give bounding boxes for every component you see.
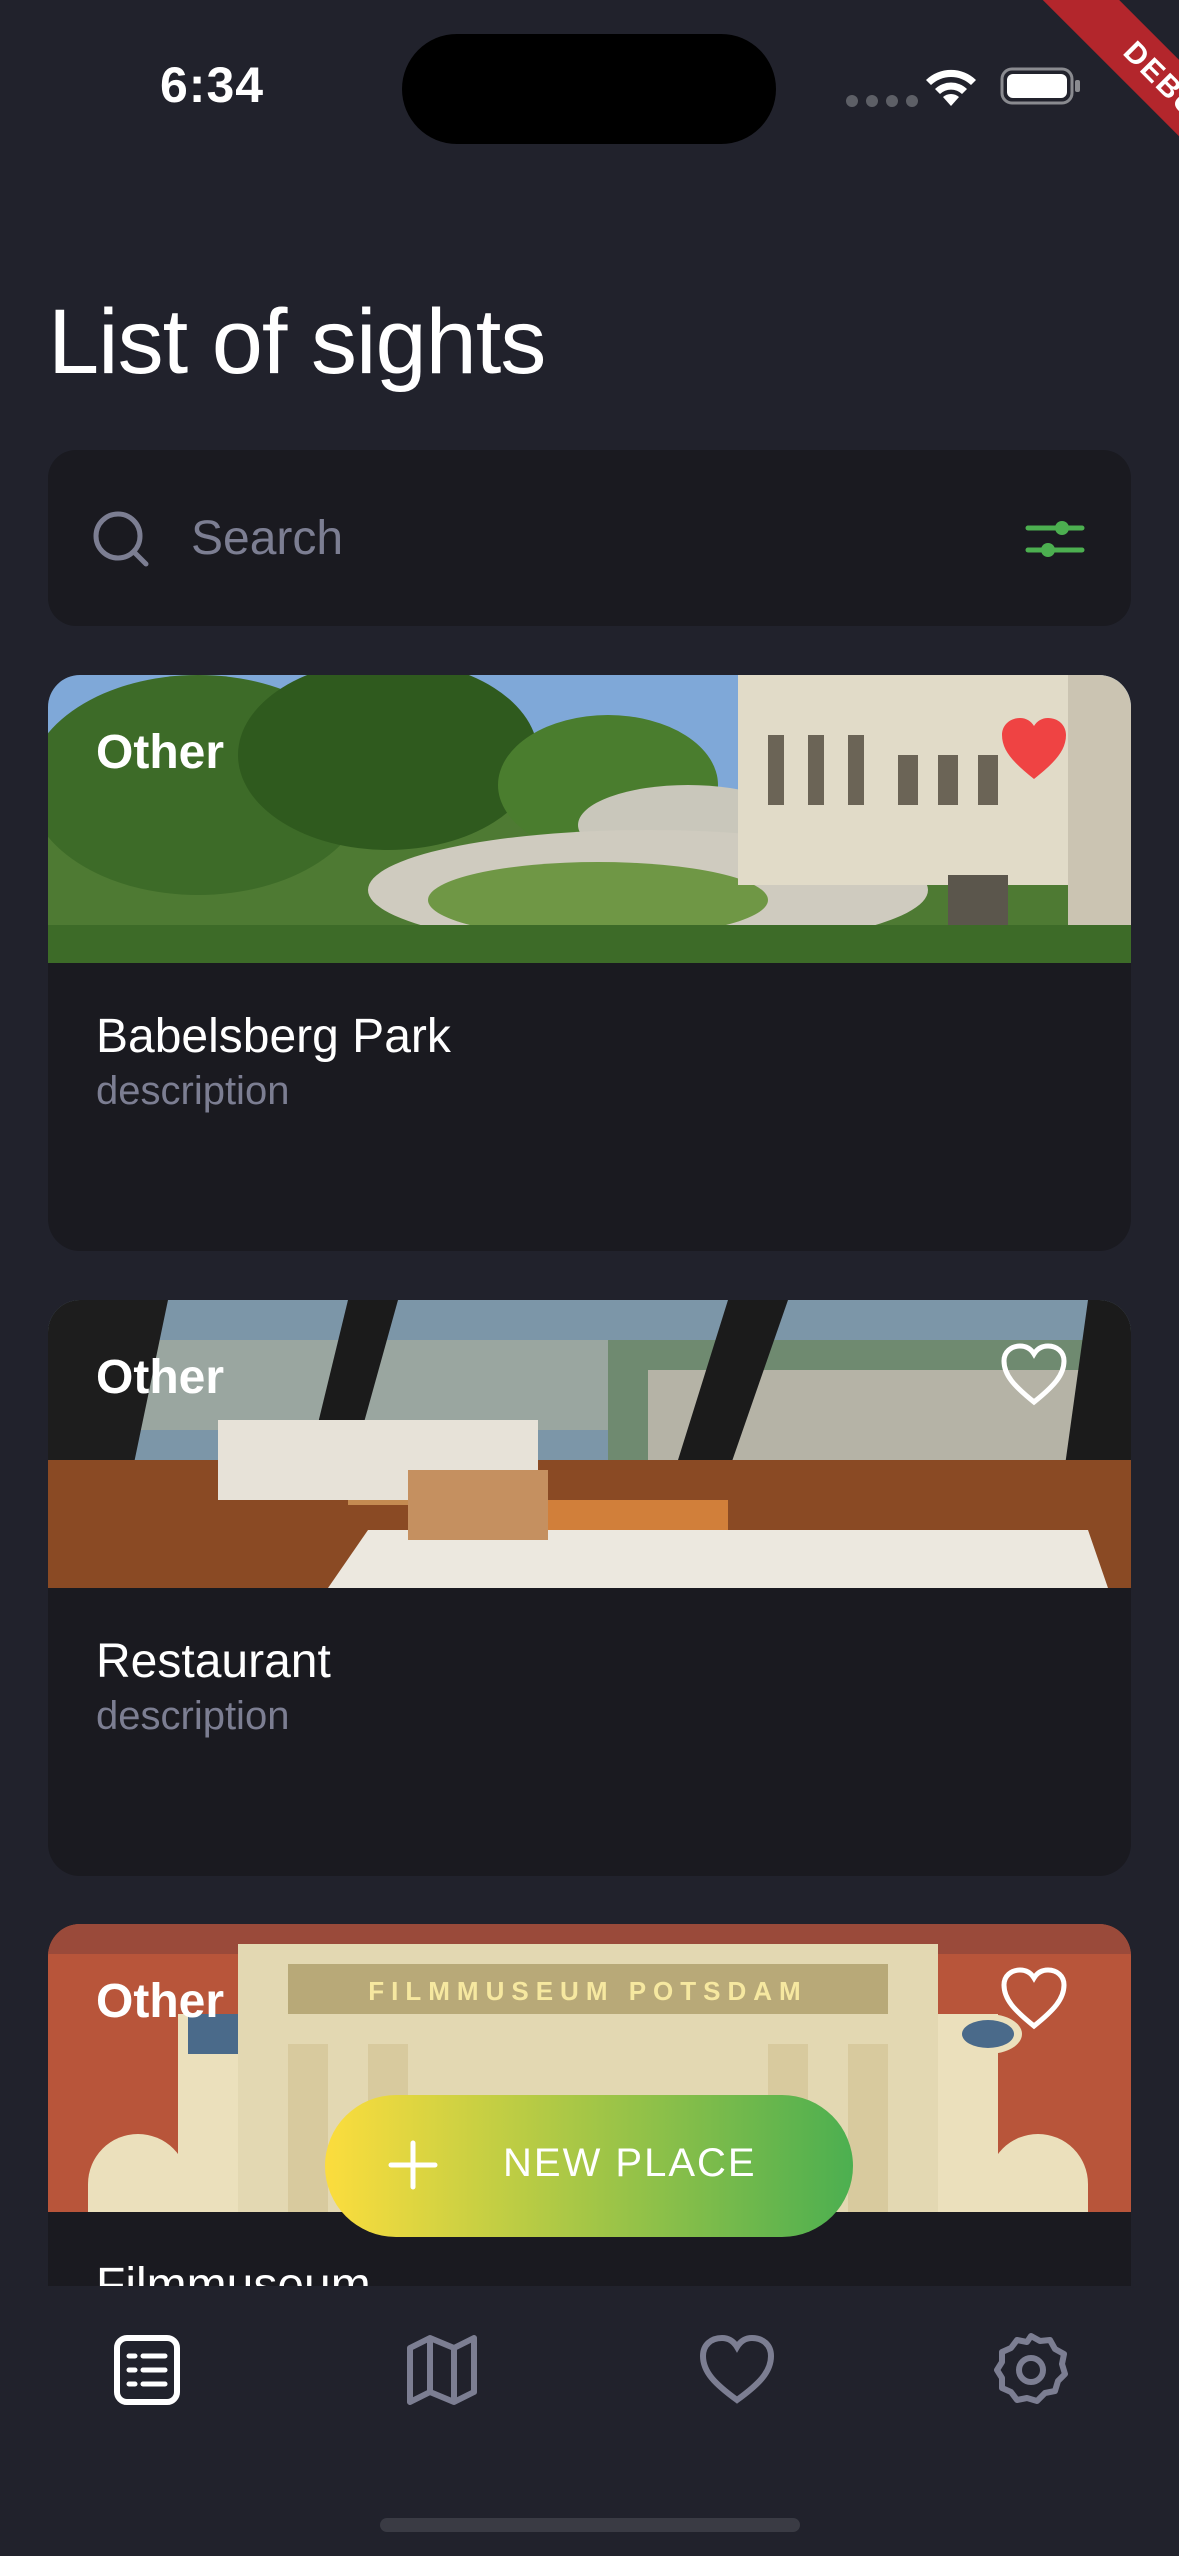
new-place-label: NEW PLACE xyxy=(503,2141,757,2185)
favorite-outline-icon[interactable] xyxy=(998,1340,1070,1408)
plus-icon xyxy=(388,2140,438,2190)
place-card[interactable]: Other Restaurant description xyxy=(48,1300,1131,1876)
list-icon[interactable] xyxy=(107,2330,187,2410)
settings-icon[interactable] xyxy=(991,2330,1071,2410)
places-list[interactable]: Other Babelsberg Park description Other … xyxy=(0,0,1179,2286)
place-category: Other xyxy=(96,1351,225,1404)
new-place-button[interactable]: NEW PLACE xyxy=(325,2095,853,2237)
place-name: Filmmuseum xyxy=(96,2259,371,2286)
favorite-filled-icon[interactable] xyxy=(998,715,1070,783)
favorite-outline-icon[interactable] xyxy=(998,1964,1070,2032)
place-category: Other xyxy=(96,1975,225,2028)
filmmuseum-sign-text: FILMMUSEUM POTSDAM xyxy=(368,1976,807,2006)
place-name: Babelsberg Park xyxy=(96,1010,451,1063)
place-image xyxy=(48,1300,1131,1588)
map-icon[interactable] xyxy=(402,2330,482,2410)
home-indicator[interactable] xyxy=(380,2518,800,2532)
place-category: Other xyxy=(96,726,225,779)
place-image xyxy=(48,675,1131,963)
place-description: description xyxy=(96,1694,290,1738)
place-name: Restaurant xyxy=(96,1635,331,1688)
place-description: description xyxy=(96,1069,290,1113)
heart-icon[interactable] xyxy=(697,2330,777,2410)
place-card[interactable]: Other Babelsberg Park description xyxy=(48,675,1131,1251)
bottom-navigation xyxy=(0,2286,1179,2556)
